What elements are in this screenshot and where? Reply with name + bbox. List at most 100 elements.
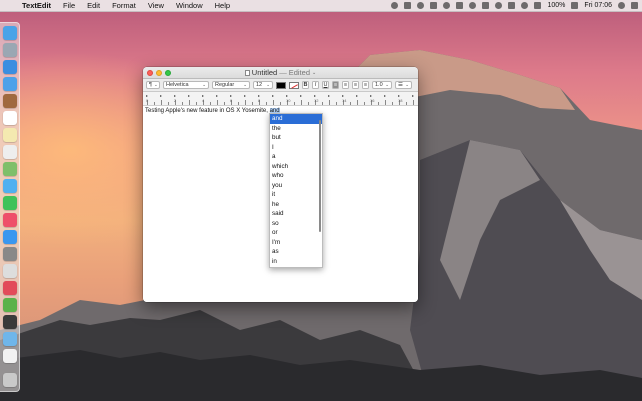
- time-machine-icon[interactable]: [417, 2, 425, 9]
- app-store-icon[interactable]: [3, 230, 17, 244]
- align-right-button[interactable]: ≡: [352, 81, 359, 89]
- contacts-icon[interactable]: [3, 94, 17, 108]
- tab-stop-marker[interactable]: ▸: [160, 93, 162, 98]
- messages-icon[interactable]: [3, 179, 17, 193]
- documents-stack-icon[interactable]: [3, 349, 17, 363]
- facetime-icon[interactable]: [3, 196, 17, 210]
- battery-percent[interactable]: 100%: [547, 2, 565, 9]
- completion-item[interactable]: which: [270, 162, 322, 172]
- menu-window[interactable]: Window: [170, 1, 209, 10]
- completion-item[interactable]: who: [270, 171, 322, 181]
- terminal-icon[interactable]: [3, 315, 17, 329]
- completion-item[interactable]: and: [270, 114, 322, 124]
- ruler-number: 10: [286, 98, 291, 103]
- dropbox-icon[interactable]: [391, 2, 399, 9]
- bold-button[interactable]: B: [302, 81, 309, 89]
- notification-center-icon[interactable]: [631, 2, 638, 9]
- calendar-icon[interactable]: [3, 111, 17, 125]
- command-icon[interactable]: [404, 2, 412, 9]
- textedit-icon[interactable]: [3, 264, 17, 278]
- menu-file[interactable]: File: [57, 1, 81, 10]
- color-icon[interactable]: [469, 2, 477, 9]
- completion-scrollbar[interactable]: [319, 120, 321, 232]
- title-bar[interactable]: Untitled — Edited ⌄: [143, 67, 418, 79]
- app-menu[interactable]: TextEdit: [16, 1, 57, 10]
- tab-stop-marker[interactable]: ▸: [356, 93, 358, 98]
- completion-item[interactable]: the: [270, 124, 322, 134]
- align-justify-button[interactable]: ≡: [362, 81, 369, 89]
- downloads-folder-icon[interactable]: [3, 332, 17, 346]
- align-center-button[interactable]: ≡: [342, 81, 349, 89]
- menu-edit[interactable]: Edit: [81, 1, 106, 10]
- menu-format[interactable]: Format: [106, 1, 142, 10]
- text-color-well[interactable]: [276, 81, 286, 89]
- notes-icon[interactable]: [3, 128, 17, 142]
- completion-item[interactable]: it: [270, 190, 322, 200]
- tab-stop-marker[interactable]: ▸: [188, 93, 190, 98]
- completion-item[interactable]: you: [270, 181, 322, 191]
- tab-stop-marker[interactable]: ▸: [272, 93, 274, 98]
- font-style-popup[interactable]: Regular ⌄: [212, 81, 250, 89]
- pocket-icon[interactable]: [3, 281, 17, 295]
- completion-item[interactable]: I: [270, 143, 322, 153]
- document-text[interactable]: Testing Apple's new feature in OS X Yose…: [145, 108, 280, 114]
- finder-icon[interactable]: [3, 26, 17, 40]
- menu-view[interactable]: View: [142, 1, 170, 10]
- tab-stop-marker[interactable]: ▸: [328, 93, 330, 98]
- document-icon: [244, 70, 250, 76]
- menu-help[interactable]: Help: [209, 1, 236, 10]
- maps-icon[interactable]: [3, 162, 17, 176]
- ruler-tick: [301, 100, 302, 105]
- underline-button[interactable]: U: [322, 81, 329, 89]
- menubar-clock[interactable]: Fri 07:06: [584, 2, 612, 9]
- align-left-button[interactable]: ≡: [332, 81, 339, 89]
- completion-item[interactable]: so: [270, 219, 322, 229]
- cloud-icon[interactable]: [482, 2, 490, 9]
- line-spacing-popup[interactable]: 1.0 ⌄: [372, 81, 392, 89]
- paragraph-style-popup[interactable]: ¶ ⌄: [146, 81, 160, 89]
- minimize-button[interactable]: [156, 70, 162, 76]
- spotlight-icon[interactable]: [618, 2, 625, 9]
- launchpad-icon[interactable]: [3, 43, 17, 57]
- completion-item[interactable]: but: [270, 133, 322, 143]
- battery-icon[interactable]: [571, 2, 579, 9]
- tab-stop-marker[interactable]: ▸: [244, 93, 246, 98]
- tab-stop-marker[interactable]: ▸: [384, 93, 386, 98]
- system-preferences-icon[interactable]: [3, 247, 17, 261]
- mail-icon[interactable]: [3, 77, 17, 91]
- completion-item[interactable]: or: [270, 228, 322, 238]
- itunes-icon[interactable]: [3, 213, 17, 227]
- ruler[interactable]: ▸ ▸ ▸ ▸ ▸ ▸ ▸ ▸ ▸ ▸ ▸ ▸ ▸ ▸ ▸ ▸ ▸ ▸ ▸ ▸ 0 2 4 6 8 10 12 14 16 18: [143, 92, 418, 106]
- tools-icon[interactable]: [456, 2, 464, 9]
- background-color-well[interactable]: [289, 81, 299, 89]
- ruler-tick: [280, 102, 281, 105]
- close-button[interactable]: [147, 70, 153, 76]
- wifi-icon[interactable]: [521, 2, 529, 9]
- completion-item[interactable]: in: [270, 257, 322, 267]
- bluetooth-icon[interactable]: [508, 2, 516, 9]
- tab-stop-marker[interactable]: ▸: [412, 93, 414, 98]
- font-family-popup[interactable]: Helvetica ⌄: [163, 81, 209, 89]
- evernote-icon[interactable]: [3, 298, 17, 312]
- completion-item[interactable]: as: [270, 247, 322, 257]
- completion-item[interactable]: a: [270, 152, 322, 162]
- ruler-tick: [266, 102, 267, 105]
- screen-icon[interactable]: [430, 2, 438, 9]
- volume-icon[interactable]: [534, 2, 542, 9]
- ruler-tick: [217, 100, 218, 105]
- italic-button[interactable]: I: [312, 81, 319, 89]
- list-popup[interactable]: ☰ ⌄: [395, 81, 412, 89]
- tab-stop-marker[interactable]: ▸: [216, 93, 218, 98]
- font-size-popup[interactable]: 12 ⌄: [253, 81, 273, 89]
- window-title-group[interactable]: Untitled — Edited ⌄: [244, 67, 316, 79]
- tab-stop-marker[interactable]: ▸: [300, 93, 302, 98]
- safari-icon[interactable]: [3, 60, 17, 74]
- reminders-icon[interactable]: [3, 145, 17, 159]
- completion-item[interactable]: I'm: [270, 238, 322, 248]
- trash-icon[interactable]: [3, 373, 17, 387]
- completion-item[interactable]: said: [270, 209, 322, 219]
- zoom-button[interactable]: [165, 70, 171, 76]
- clean-icon[interactable]: [443, 2, 451, 9]
- completion-item[interactable]: he: [270, 200, 322, 210]
- clock-icon[interactable]: [495, 2, 503, 9]
